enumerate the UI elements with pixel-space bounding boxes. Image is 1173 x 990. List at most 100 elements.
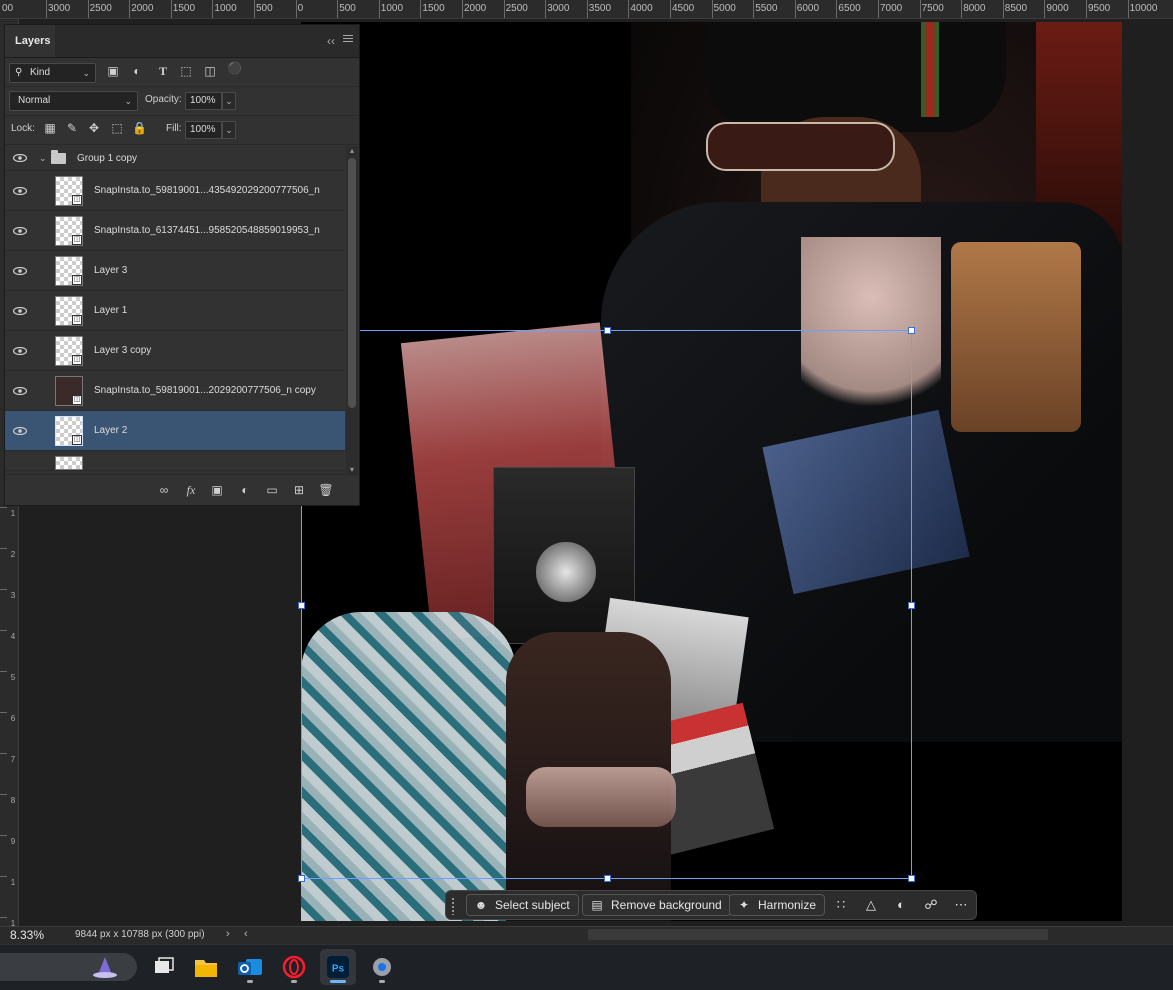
ruler-tick: [0, 671, 7, 672]
zoom-level[interactable]: 8.33%: [10, 928, 44, 942]
eye-icon[interactable]: [13, 346, 27, 355]
outlook-button[interactable]: [232, 949, 268, 985]
ruler-label: 9: [10, 837, 16, 846]
filter-adjustment-icon[interactable]: ◐: [130, 64, 144, 78]
transform-handle-top-right[interactable]: [908, 327, 915, 334]
adjustment-layer-icon[interactable]: ◐: [237, 482, 253, 498]
scroll-down-icon[interactable]: ▾: [346, 465, 358, 474]
layer-row[interactable]: ◫ SnapInsta.to_59819001...2029200777506_…: [5, 371, 345, 411]
harmonize-button[interactable]: ✦ Harmonize: [729, 894, 826, 916]
fill-field[interactable]: 100%: [185, 121, 222, 139]
select-subject-button[interactable]: ☻ Select subject: [466, 894, 579, 916]
eye-icon[interactable]: [13, 154, 27, 162]
ruler-tick: [1002, 0, 1004, 18]
filter-type-icon[interactable]: T: [156, 64, 170, 78]
fx-icon[interactable]: fx: [183, 482, 199, 498]
transform-handle-bottom[interactable]: [604, 875, 611, 882]
link-layers-icon[interactable]: ∞: [156, 482, 172, 498]
collapse-icon[interactable]: ‹‹: [327, 34, 335, 48]
lock-artboard-icon[interactable]: ⬚: [110, 121, 124, 135]
layer-row-group[interactable]: ⌄ Group 1 copy: [5, 146, 345, 171]
opera-button[interactable]: [276, 949, 312, 985]
eye-icon[interactable]: [13, 386, 27, 395]
new-layer-icon[interactable]: ⊞: [291, 482, 307, 498]
opacity-chevron-icon[interactable]: ⌄: [222, 92, 236, 110]
ruler-label: 00: [2, 3, 14, 14]
more-options-icon[interactable]: ⋯: [953, 897, 969, 913]
transform-bounding-box[interactable]: [298, 327, 915, 882]
blend-mode-dropdown[interactable]: Normal ⌄: [9, 91, 138, 111]
blend-row: Normal ⌄ Opacity: 100% ⌄: [5, 87, 359, 116]
opacity-field[interactable]: 100%: [185, 92, 222, 110]
layer-row[interactable]: ◫ SnapInsta.to_61374451...95852054885901…: [5, 211, 345, 251]
taskbar-search[interactable]: [0, 953, 137, 981]
ruler-label: 1500: [172, 3, 196, 14]
document-info[interactable]: 9844 px x 10788 px (300 ppi): [75, 929, 205, 940]
ruler-label: 5000: [713, 3, 736, 14]
layers-scrollbar[interactable]: ▴ ▾: [346, 146, 358, 474]
eye-icon[interactable]: [13, 226, 27, 235]
filter-pixel-icon[interactable]: ▣: [106, 64, 120, 78]
scroll-up-icon[interactable]: ▴: [346, 146, 358, 155]
scroll-thumb[interactable]: [348, 158, 356, 408]
ruler-tick: [420, 0, 422, 18]
filter-shape-icon[interactable]: ⬚: [179, 64, 193, 78]
trash-icon[interactable]: 🗑: [318, 482, 334, 498]
layer-row[interactable]: ◫ SnapInsta.to_59819001...43549202920077…: [5, 171, 345, 211]
filter-toggle-icon[interactable]: ⚫: [227, 61, 242, 75]
eye-icon[interactable]: [13, 306, 27, 315]
ruler-tick: [0, 753, 7, 754]
layer-row[interactable]: ◫ Layer 1: [5, 291, 345, 331]
transform-handle-top[interactable]: [604, 327, 611, 334]
ruler-tick: [378, 0, 380, 18]
fill-chevron-icon[interactable]: ⌄: [222, 121, 236, 139]
running-indicator: [247, 980, 253, 983]
horizontal-ruler[interactable]: 00 3000 2500 2000 1500 1000 500 0 500 1000 1500 20…: [0, 0, 1173, 19]
artwork-beanie: [706, 22, 1006, 132]
panel-tab-bar: Layers ‹‹: [5, 25, 359, 58]
ruler-label: 0: [297, 3, 304, 14]
filter-kind-dropdown[interactable]: ⚲ Kind ⌄: [9, 63, 96, 83]
generative-fill-icon[interactable]: ☍: [923, 897, 939, 913]
layer-row[interactable]: [5, 451, 345, 471]
chevron-right-icon[interactable]: ›: [226, 928, 230, 940]
tab-layers[interactable]: Layers: [5, 25, 55, 57]
new-group-icon[interactable]: ▭: [264, 482, 280, 498]
chevron-left-icon[interactable]: ‹: [244, 928, 248, 940]
transform-handle-left[interactable]: [298, 602, 305, 609]
eye-icon[interactable]: [13, 186, 27, 195]
drag-handle-icon[interactable]: [451, 897, 455, 915]
photoshop-button[interactable]: Ps: [320, 949, 356, 985]
artwork-beanie-stripe: [921, 22, 939, 117]
remove-background-button[interactable]: ▤ Remove background: [582, 894, 731, 916]
lock-all-icon[interactable]: 🔒: [132, 121, 147, 135]
adjustment-icon[interactable]: ◐: [893, 897, 909, 913]
transform-handle-bottom-right[interactable]: [908, 875, 915, 882]
horizontal-scrollbar[interactable]: [588, 929, 1048, 940]
chevron-down-icon[interactable]: ⌄: [39, 153, 47, 164]
eye-icon[interactable]: [13, 426, 27, 435]
layer-properties-icon[interactable]: ∷: [833, 897, 849, 913]
layer-thumbnail: ◫: [55, 256, 83, 286]
file-explorer-button[interactable]: [188, 949, 224, 985]
lock-position-icon[interactable]: ✥: [87, 121, 101, 135]
panel-menu-icon[interactable]: [343, 33, 353, 44]
layer-row[interactable]: ◫ Layer 3 copy: [5, 331, 345, 371]
eye-icon[interactable]: [13, 266, 27, 275]
transform-icon[interactable]: △: [863, 897, 879, 913]
layer-row[interactable]: ◫ Layer 3: [5, 251, 345, 291]
lock-transparent-pixels-icon[interactable]: ▦: [43, 121, 57, 135]
layer-row-selected[interactable]: ◫ Layer 2: [5, 411, 345, 451]
filter-smart-object-icon[interactable]: ◫: [203, 64, 217, 78]
artwork-sunglasses: [706, 122, 895, 171]
layers-list: ⌄ Group 1 copy ◫ SnapInsta.to_59819001..…: [5, 146, 345, 474]
layers-panel: Layers ‹‹ ⚲ Kind ⌄ ▣ ◐ T ⬚ ◫ ⚫ Normal ⌄ …: [4, 24, 360, 506]
lock-image-pixels-icon[interactable]: ✎: [65, 121, 79, 135]
transform-handle-bottom-left[interactable]: [298, 875, 305, 882]
transform-handle-right[interactable]: [908, 602, 915, 609]
task-view-button[interactable]: [145, 949, 181, 985]
settings-button[interactable]: [364, 949, 400, 985]
layers-panel-footer: ∞ fx ▣ ◐ ▭ ⊞ 🗑: [5, 474, 359, 505]
add-mask-icon[interactable]: ▣: [209, 482, 225, 498]
ruler-tick: [1044, 0, 1046, 18]
